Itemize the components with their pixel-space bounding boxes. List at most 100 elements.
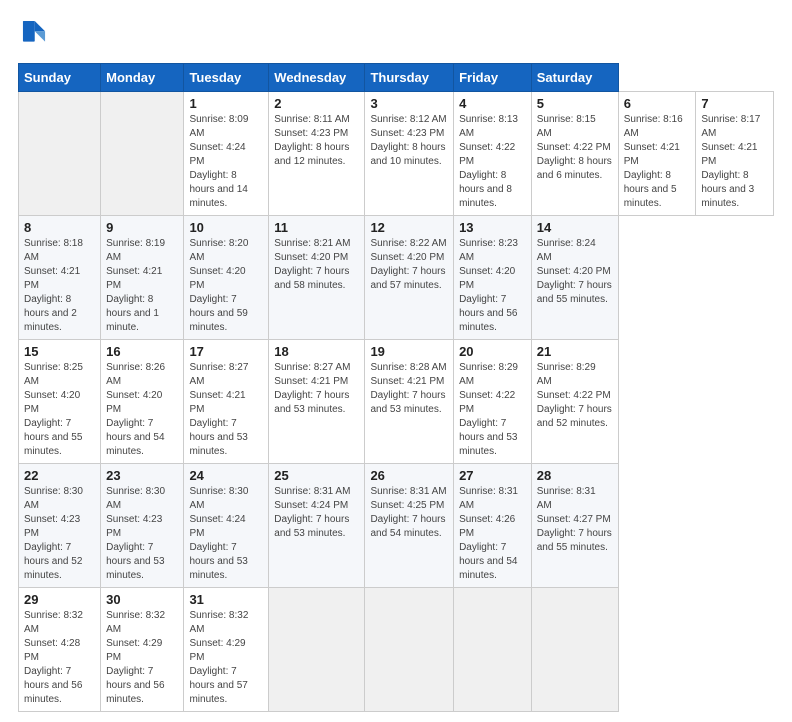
day-number: 23 — [106, 468, 178, 483]
calendar-cell: 2 Sunrise: 8:11 AMSunset: 4:23 PMDayligh… — [269, 92, 365, 216]
day-info: Sunrise: 8:24 AMSunset: 4:20 PMDaylight:… — [537, 237, 613, 307]
day-number: 9 — [106, 220, 178, 235]
day-info: Sunrise: 8:32 AMSunset: 4:29 PMDaylight:… — [189, 609, 263, 707]
calendar-cell: 4 Sunrise: 8:13 AMSunset: 4:22 PMDayligh… — [454, 92, 532, 216]
weekday-header-wednesday: Wednesday — [269, 64, 365, 92]
calendar-cell: 16 Sunrise: 8:26 AMSunset: 4:20 PMDaylig… — [101, 340, 184, 464]
weekday-header-sunday: Sunday — [19, 64, 101, 92]
logo-icon — [20, 18, 48, 46]
day-info: Sunrise: 8:27 AMSunset: 4:21 PMDaylight:… — [274, 361, 359, 417]
calendar-cell: 8 Sunrise: 8:18 AMSunset: 4:21 PMDayligh… — [19, 216, 101, 340]
day-info: Sunrise: 8:23 AMSunset: 4:20 PMDaylight:… — [459, 237, 526, 335]
day-number: 15 — [24, 344, 95, 359]
day-number: 5 — [537, 96, 613, 111]
calendar-cell: 6 Sunrise: 8:16 AMSunset: 4:21 PMDayligh… — [618, 92, 696, 216]
day-number: 31 — [189, 592, 263, 607]
calendar-cell: 30 Sunrise: 8:32 AMSunset: 4:29 PMDaylig… — [101, 588, 184, 712]
calendar-cell: 3 Sunrise: 8:12 AMSunset: 4:23 PMDayligh… — [365, 92, 454, 216]
calendar-cell: 28 Sunrise: 8:31 AMSunset: 4:27 PMDaylig… — [531, 464, 618, 588]
day-info: Sunrise: 8:30 AMSunset: 4:24 PMDaylight:… — [189, 485, 263, 583]
day-number: 24 — [189, 468, 263, 483]
day-info: Sunrise: 8:15 AMSunset: 4:22 PMDaylight:… — [537, 113, 613, 183]
calendar-cell: 23 Sunrise: 8:30 AMSunset: 4:23 PMDaylig… — [101, 464, 184, 588]
calendar-cell — [269, 588, 365, 712]
day-info: Sunrise: 8:26 AMSunset: 4:20 PMDaylight:… — [106, 361, 178, 459]
calendar-cell: 20 Sunrise: 8:29 AMSunset: 4:22 PMDaylig… — [454, 340, 532, 464]
weekday-header-monday: Monday — [101, 64, 184, 92]
weekday-header-row: SundayMondayTuesdayWednesdayThursdayFrid… — [19, 64, 774, 92]
calendar-cell: 10 Sunrise: 8:20 AMSunset: 4:20 PMDaylig… — [184, 216, 269, 340]
day-number: 20 — [459, 344, 526, 359]
day-number: 25 — [274, 468, 359, 483]
day-number: 27 — [459, 468, 526, 483]
day-number: 12 — [370, 220, 448, 235]
calendar-cell: 15 Sunrise: 8:25 AMSunset: 4:20 PMDaylig… — [19, 340, 101, 464]
week-row-2: 15 Sunrise: 8:25 AMSunset: 4:20 PMDaylig… — [19, 340, 774, 464]
day-info: Sunrise: 8:27 AMSunset: 4:21 PMDaylight:… — [189, 361, 263, 459]
calendar-cell: 29 Sunrise: 8:32 AMSunset: 4:28 PMDaylig… — [19, 588, 101, 712]
day-number: 16 — [106, 344, 178, 359]
weekday-header-thursday: Thursday — [365, 64, 454, 92]
day-number: 19 — [370, 344, 448, 359]
day-info: Sunrise: 8:09 AMSunset: 4:24 PMDaylight:… — [189, 113, 263, 211]
calendar-cell: 21 Sunrise: 8:29 AMSunset: 4:22 PMDaylig… — [531, 340, 618, 464]
calendar-cell: 17 Sunrise: 8:27 AMSunset: 4:21 PMDaylig… — [184, 340, 269, 464]
day-info: Sunrise: 8:28 AMSunset: 4:21 PMDaylight:… — [370, 361, 448, 417]
calendar-cell: 27 Sunrise: 8:31 AMSunset: 4:26 PMDaylig… — [454, 464, 532, 588]
week-row-1: 8 Sunrise: 8:18 AMSunset: 4:21 PMDayligh… — [19, 216, 774, 340]
day-info: Sunrise: 8:31 AMSunset: 4:27 PMDaylight:… — [537, 485, 613, 555]
calendar-cell: 13 Sunrise: 8:23 AMSunset: 4:20 PMDaylig… — [454, 216, 532, 340]
calendar-cell: 1 Sunrise: 8:09 AMSunset: 4:24 PMDayligh… — [184, 92, 269, 216]
day-number: 30 — [106, 592, 178, 607]
day-number: 10 — [189, 220, 263, 235]
week-row-0: 1 Sunrise: 8:09 AMSunset: 4:24 PMDayligh… — [19, 92, 774, 216]
calendar-cell: 24 Sunrise: 8:30 AMSunset: 4:24 PMDaylig… — [184, 464, 269, 588]
day-info: Sunrise: 8:31 AMSunset: 4:26 PMDaylight:… — [459, 485, 526, 583]
day-number: 1 — [189, 96, 263, 111]
day-number: 8 — [24, 220, 95, 235]
week-row-3: 22 Sunrise: 8:30 AMSunset: 4:23 PMDaylig… — [19, 464, 774, 588]
day-number: 28 — [537, 468, 613, 483]
calendar-cell: 22 Sunrise: 8:30 AMSunset: 4:23 PMDaylig… — [19, 464, 101, 588]
day-info: Sunrise: 8:17 AMSunset: 4:21 PMDaylight:… — [701, 113, 768, 211]
day-info: Sunrise: 8:31 AMSunset: 4:24 PMDaylight:… — [274, 485, 359, 541]
day-info: Sunrise: 8:25 AMSunset: 4:20 PMDaylight:… — [24, 361, 95, 459]
calendar-cell: 9 Sunrise: 8:19 AMSunset: 4:21 PMDayligh… — [101, 216, 184, 340]
day-info: Sunrise: 8:30 AMSunset: 4:23 PMDaylight:… — [24, 485, 95, 583]
day-info: Sunrise: 8:32 AMSunset: 4:29 PMDaylight:… — [106, 609, 178, 707]
day-info: Sunrise: 8:18 AMSunset: 4:21 PMDaylight:… — [24, 237, 95, 335]
calendar-cell: 12 Sunrise: 8:22 AMSunset: 4:20 PMDaylig… — [365, 216, 454, 340]
day-info: Sunrise: 8:22 AMSunset: 4:20 PMDaylight:… — [370, 237, 448, 293]
calendar-cell: 25 Sunrise: 8:31 AMSunset: 4:24 PMDaylig… — [269, 464, 365, 588]
day-info: Sunrise: 8:29 AMSunset: 4:22 PMDaylight:… — [459, 361, 526, 459]
weekday-header-tuesday: Tuesday — [184, 64, 269, 92]
day-info: Sunrise: 8:32 AMSunset: 4:28 PMDaylight:… — [24, 609, 95, 707]
day-number: 21 — [537, 344, 613, 359]
week-row-4: 29 Sunrise: 8:32 AMSunset: 4:28 PMDaylig… — [19, 588, 774, 712]
day-info: Sunrise: 8:19 AMSunset: 4:21 PMDaylight:… — [106, 237, 178, 335]
day-number: 13 — [459, 220, 526, 235]
day-info: Sunrise: 8:13 AMSunset: 4:22 PMDaylight:… — [459, 113, 526, 211]
calendar-cell: 18 Sunrise: 8:27 AMSunset: 4:21 PMDaylig… — [269, 340, 365, 464]
weekday-header-friday: Friday — [454, 64, 532, 92]
day-number: 11 — [274, 220, 359, 235]
logo — [18, 18, 48, 51]
day-number: 18 — [274, 344, 359, 359]
day-info: Sunrise: 8:31 AMSunset: 4:25 PMDaylight:… — [370, 485, 448, 541]
day-number: 2 — [274, 96, 359, 111]
calendar-cell — [19, 92, 101, 216]
day-info: Sunrise: 8:11 AMSunset: 4:23 PMDaylight:… — [274, 113, 359, 169]
calendar-cell — [101, 92, 184, 216]
calendar-cell — [454, 588, 532, 712]
day-info: Sunrise: 8:21 AMSunset: 4:20 PMDaylight:… — [274, 237, 359, 293]
day-info: Sunrise: 8:16 AMSunset: 4:21 PMDaylight:… — [624, 113, 691, 211]
calendar-cell: 19 Sunrise: 8:28 AMSunset: 4:21 PMDaylig… — [365, 340, 454, 464]
day-number: 3 — [370, 96, 448, 111]
page: SundayMondayTuesdayWednesdayThursdayFrid… — [0, 0, 792, 722]
calendar-cell: 26 Sunrise: 8:31 AMSunset: 4:25 PMDaylig… — [365, 464, 454, 588]
day-info: Sunrise: 8:30 AMSunset: 4:23 PMDaylight:… — [106, 485, 178, 583]
calendar-cell — [531, 588, 618, 712]
day-number: 26 — [370, 468, 448, 483]
weekday-header-saturday: Saturday — [531, 64, 618, 92]
calendar-cell: 11 Sunrise: 8:21 AMSunset: 4:20 PMDaylig… — [269, 216, 365, 340]
